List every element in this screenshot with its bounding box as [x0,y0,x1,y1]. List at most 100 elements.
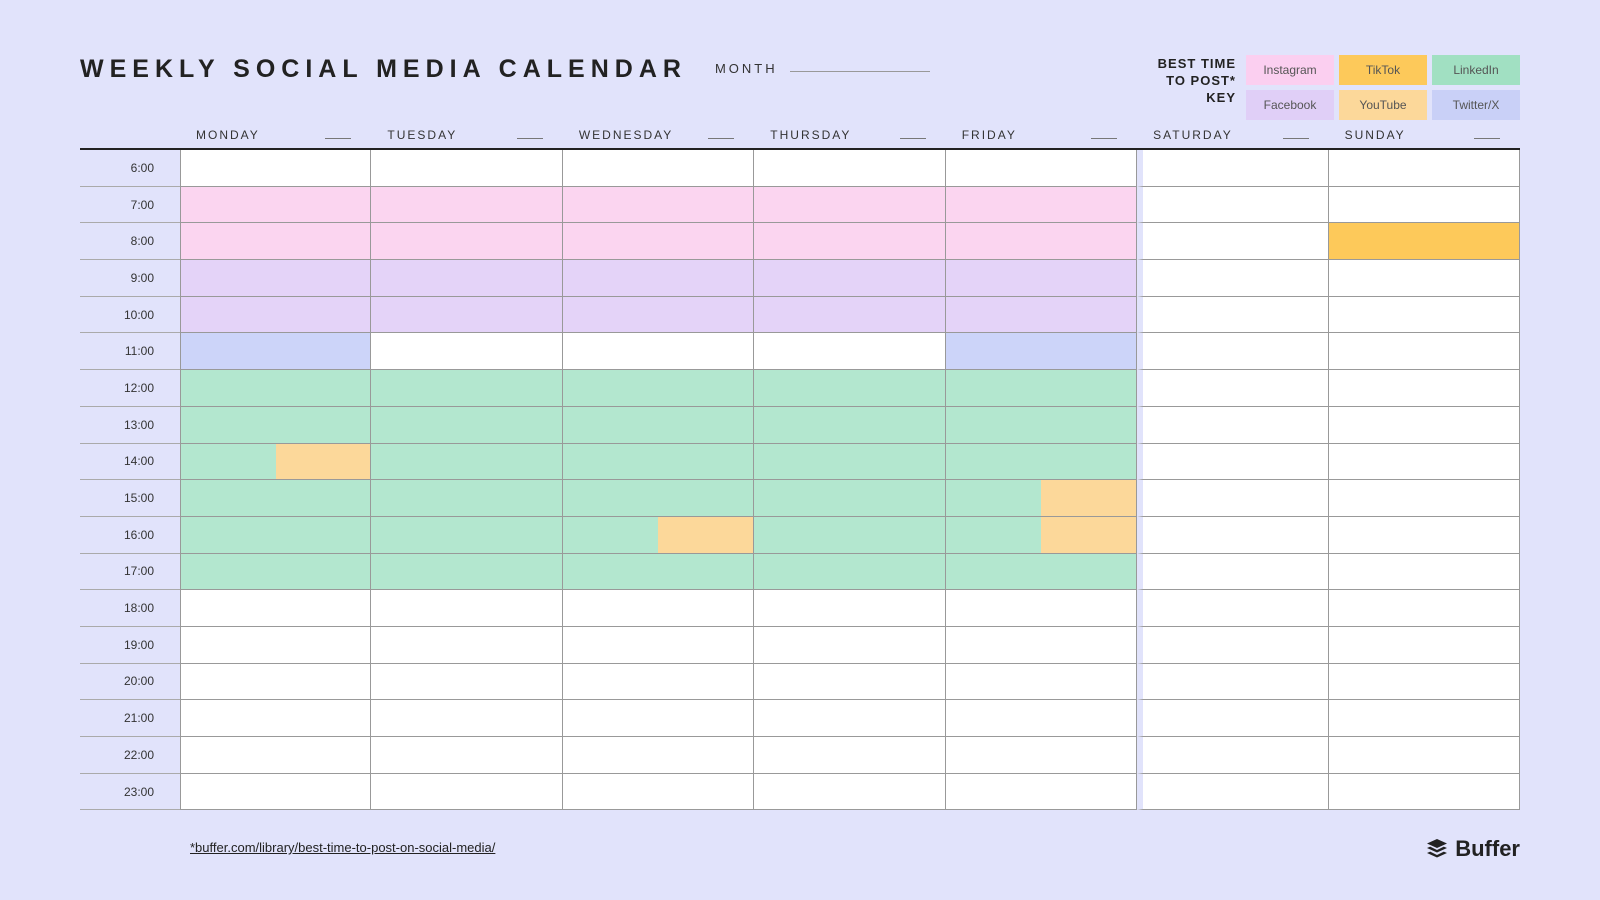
calendar-cell[interactable] [946,627,1137,664]
calendar-cell[interactable] [1137,627,1328,664]
calendar-cell[interactable] [563,260,754,297]
calendar-cell[interactable] [1137,480,1328,517]
calendar-cell[interactable] [754,444,945,481]
overlay-block[interactable] [1329,223,1519,259]
calendar-cell[interactable] [1137,187,1328,224]
calendar-cell[interactable] [946,700,1137,737]
calendar-cell[interactable] [1137,297,1328,334]
calendar-cell[interactable] [946,664,1137,701]
calendar-cell[interactable] [371,333,562,370]
calendar-cell[interactable] [1137,223,1328,260]
calendar-cell[interactable] [563,737,754,774]
calendar-cell[interactable] [563,590,754,627]
calendar-cell[interactable] [1137,517,1328,554]
calendar-cell[interactable] [563,187,754,224]
calendar-cell[interactable] [1329,700,1520,737]
calendar-cell[interactable] [180,223,371,260]
calendar-cell[interactable] [1329,333,1520,370]
calendar-cell[interactable] [563,223,754,260]
calendar-cell[interactable] [1137,700,1328,737]
calendar-cell[interactable] [1329,664,1520,701]
calendar-cell[interactable] [754,517,945,554]
month-input-line[interactable] [790,71,930,72]
calendar-cell[interactable] [1329,590,1520,627]
calendar-cell[interactable] [371,150,562,187]
overlay-block[interactable] [1041,480,1136,516]
calendar-cell[interactable] [946,370,1137,407]
calendar-cell[interactable] [1329,150,1520,187]
calendar-cell[interactable] [1329,370,1520,407]
calendar-cell[interactable] [754,774,945,811]
calendar-cell[interactable] [1329,407,1520,444]
calendar-cell[interactable] [180,554,371,591]
calendar-cell[interactable] [754,407,945,444]
calendar-cell[interactable] [946,187,1137,224]
calendar-cell[interactable] [563,664,754,701]
calendar-cell[interactable] [563,407,754,444]
calendar-cell[interactable] [563,370,754,407]
day-date-line[interactable] [1474,138,1500,139]
calendar-cell[interactable] [371,737,562,774]
calendar-cell[interactable] [180,333,371,370]
calendar-cell[interactable] [1137,664,1328,701]
calendar-cell[interactable] [563,700,754,737]
calendar-cell[interactable] [754,737,945,774]
calendar-cell[interactable] [180,480,371,517]
calendar-cell[interactable] [180,664,371,701]
calendar-cell[interactable] [1329,627,1520,664]
calendar-cell[interactable] [754,223,945,260]
calendar-cell[interactable] [1137,737,1328,774]
calendar-cell[interactable] [371,774,562,811]
overlay-block[interactable] [1041,517,1136,553]
calendar-cell[interactable] [1329,737,1520,774]
calendar-cell[interactable] [754,700,945,737]
calendar-cell[interactable] [371,700,562,737]
calendar-cell[interactable] [1329,554,1520,591]
calendar-cell[interactable] [946,590,1137,627]
calendar-cell[interactable] [180,517,371,554]
calendar-cell[interactable] [754,554,945,591]
calendar-cell[interactable] [946,407,1137,444]
calendar-cell[interactable] [371,223,562,260]
calendar-cell[interactable] [1329,774,1520,811]
calendar-cell[interactable] [180,774,371,811]
calendar-cell[interactable] [563,554,754,591]
calendar-cell[interactable] [946,297,1137,334]
calendar-cell[interactable] [1137,444,1328,481]
calendar-cell[interactable] [946,737,1137,774]
calendar-cell[interactable] [180,370,371,407]
calendar-cell[interactable] [563,150,754,187]
calendar-cell[interactable] [754,187,945,224]
calendar-cell[interactable] [371,590,562,627]
calendar-cell[interactable] [371,554,562,591]
calendar-cell[interactable] [563,297,754,334]
calendar-cell[interactable] [754,370,945,407]
day-date-line[interactable] [900,138,926,139]
calendar-cell[interactable] [180,627,371,664]
calendar-cell[interactable] [754,627,945,664]
calendar-cell[interactable] [563,774,754,811]
calendar-cell[interactable] [946,480,1137,517]
calendar-cell[interactable] [1329,260,1520,297]
calendar-cell[interactable] [1137,370,1328,407]
calendar-cell[interactable] [180,737,371,774]
calendar-cell[interactable] [371,260,562,297]
calendar-cell[interactable] [371,370,562,407]
source-link[interactable]: *buffer.com/library/best-time-to-post-on… [190,840,495,855]
calendar-cell[interactable] [1329,517,1520,554]
calendar-cell[interactable] [1137,260,1328,297]
calendar-cell[interactable] [563,333,754,370]
calendar-cell[interactable] [1137,333,1328,370]
calendar-cell[interactable] [180,700,371,737]
calendar-cell[interactable] [180,150,371,187]
calendar-cell[interactable] [754,297,945,334]
calendar-cell[interactable] [754,260,945,297]
calendar-cell[interactable] [946,517,1137,554]
overlay-block[interactable] [658,517,753,553]
calendar-cell[interactable] [563,480,754,517]
calendar-cell[interactable] [180,407,371,444]
calendar-cell[interactable] [1137,150,1328,187]
day-date-line[interactable] [325,138,351,139]
calendar-cell[interactable] [946,333,1137,370]
overlay-block[interactable] [276,444,371,480]
